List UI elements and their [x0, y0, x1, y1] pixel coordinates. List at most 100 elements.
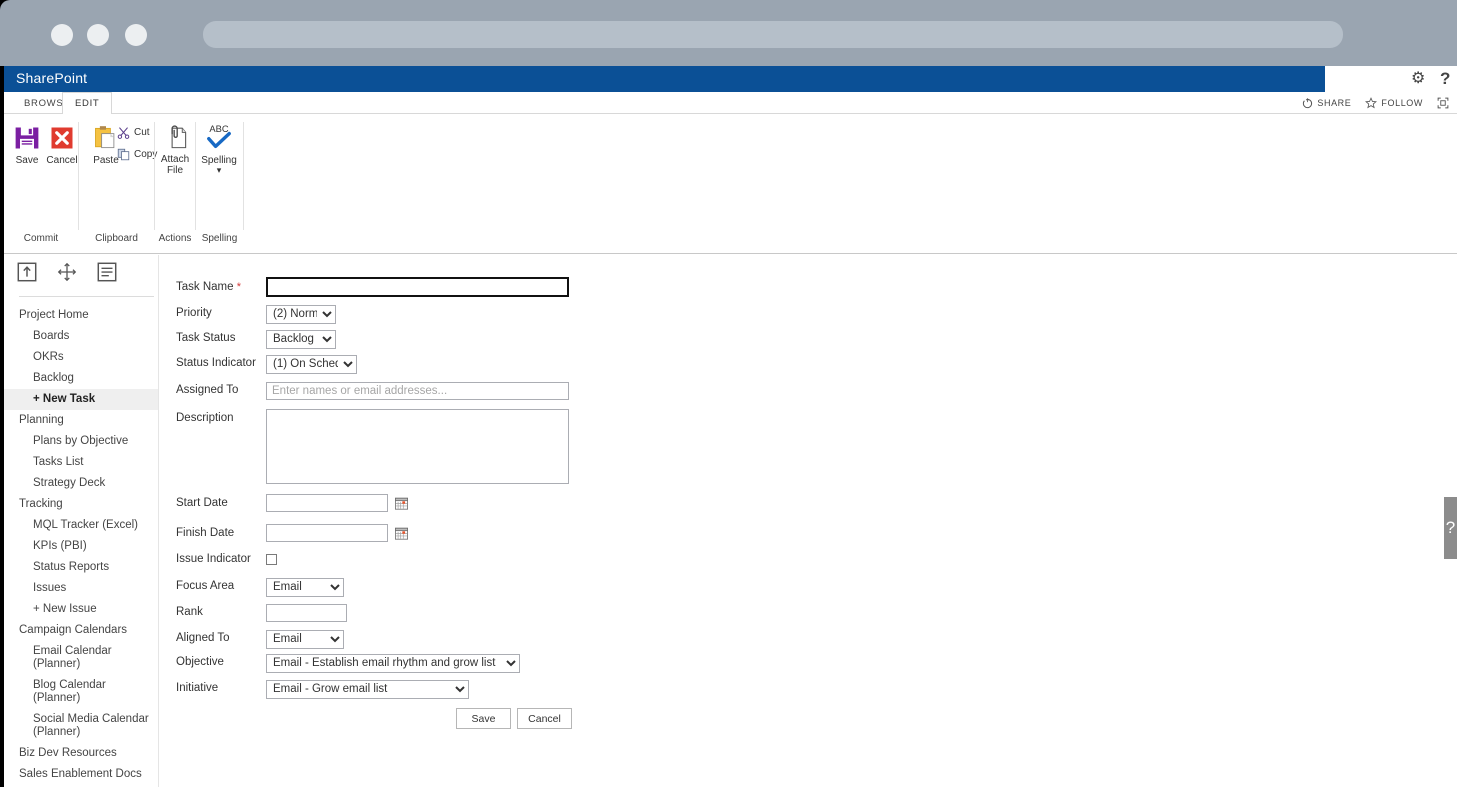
- status-indicator-label: Status Indicator: [176, 357, 256, 369]
- start-date-input[interactable]: [266, 494, 388, 512]
- objective-select[interactable]: Email - Establish email rhythm and grow …: [266, 654, 520, 673]
- finish-date-label: Finish Date: [176, 527, 234, 539]
- task-name-input[interactable]: [266, 277, 569, 297]
- priority-select[interactable]: (2) Normal: [266, 305, 336, 324]
- issue-indicator-checkbox[interactable]: [266, 554, 277, 565]
- sidebar-item-issues[interactable]: Issues: [4, 578, 159, 599]
- ribbon-group-actions: Attach File Actions: [155, 118, 195, 248]
- gear-icon[interactable]: ⚙: [1411, 69, 1425, 89]
- ribbon-separator-4: [243, 122, 244, 230]
- sidebar-item-status-reports[interactable]: Status Reports: [4, 557, 159, 578]
- share-icon: [1302, 98, 1313, 109]
- cut-button[interactable]: Cut: [117, 126, 150, 139]
- sidebar-item-strategy-deck[interactable]: Strategy Deck: [4, 473, 159, 494]
- focus-area-select[interactable]: Email: [266, 578, 344, 597]
- sidebar-item-plans-by-objective[interactable]: Plans by Objective: [4, 431, 159, 452]
- sidebar-item-email-calendar-planner[interactable]: Email Calendar (Planner): [4, 641, 159, 675]
- suite-bar: SharePoint: [4, 66, 1325, 92]
- save-floppy-icon: [13, 124, 41, 152]
- sidebar-item-backlog[interactable]: Backlog: [4, 368, 159, 389]
- list-menu-icon[interactable]: [96, 261, 118, 283]
- ribbon-tab-bar: BROWSE EDIT SHARE FOLLOW: [4, 92, 1457, 114]
- task-status-label: Task Status: [176, 332, 235, 344]
- share-label: SHARE: [1317, 98, 1351, 108]
- start-date-calendar-picker-icon[interactable]: [395, 497, 408, 510]
- sidebar-item-mql-tracker-excel[interactable]: MQL Tracker (Excel): [4, 515, 159, 536]
- sidebar-divider: [19, 296, 154, 297]
- sidebar-item-new-task[interactable]: + New Task: [4, 389, 159, 410]
- sidebar-item-tracking[interactable]: Tracking: [4, 494, 159, 515]
- sidebar-nav: Project HomeBoardsOKRsBacklog+ New TaskP…: [4, 305, 159, 787]
- new-task-form: Task Name * Priority (2) Normal: [159, 255, 1457, 787]
- help-icon[interactable]: ?: [1440, 69, 1450, 89]
- rank-label: Rank: [176, 606, 203, 618]
- status-indicator-select[interactable]: (1) On Schedule: [266, 355, 357, 374]
- sidebar-tool-icons: [16, 261, 118, 283]
- sharepoint-brand[interactable]: SharePoint: [16, 70, 87, 86]
- description-textarea[interactable]: [266, 409, 569, 484]
- form-cancel-button[interactable]: Cancel: [517, 708, 572, 729]
- ribbon: Save Cancel Commit: [4, 114, 1457, 254]
- required-marker: *: [237, 281, 241, 293]
- sidebar-item-campaign-calendars[interactable]: Campaign Calendars: [4, 620, 159, 641]
- screen: SharePoint ⚙ ? BROWSE EDIT SHARE: [0, 0, 1457, 787]
- attach-file-label-line1: Attach: [161, 154, 189, 165]
- move-arrows-icon[interactable]: [56, 261, 78, 283]
- save-label: Save: [16, 155, 39, 166]
- paste-label: Paste: [93, 155, 119, 166]
- assigned-to-input[interactable]: [266, 382, 569, 400]
- task-status-select[interactable]: Backlog: [266, 330, 336, 349]
- spelling-button[interactable]: ABC Spelling ▾: [196, 122, 242, 176]
- help-side-tab[interactable]: ?: [1444, 497, 1457, 559]
- task-name-label: Task Name *: [176, 281, 241, 293]
- ribbon-group-commit: Save Cancel Commit: [4, 118, 78, 248]
- ribbon-group-commit-label: Commit: [4, 233, 78, 244]
- ribbon-group-spelling: ABC Spelling ▾ Spelling: [196, 118, 243, 248]
- window-maximize-dot[interactable]: [125, 24, 147, 46]
- share-button[interactable]: SHARE: [1302, 98, 1351, 109]
- window-minimize-dot[interactable]: [87, 24, 109, 46]
- rank-input[interactable]: [266, 604, 347, 622]
- ribbon-group-clipboard-label: Clipboard: [79, 233, 154, 244]
- initiative-select[interactable]: Email - Grow email list: [266, 680, 469, 699]
- form-save-button[interactable]: Save: [456, 708, 511, 729]
- sidebar-item-kpis-pbi[interactable]: KPIs (PBI): [4, 536, 159, 557]
- focus-on-content-button[interactable]: [1437, 97, 1449, 109]
- sidebar-item-biz-dev-resources[interactable]: Biz Dev Resources: [4, 743, 159, 764]
- star-icon: [1365, 97, 1377, 109]
- sidebar-item-new-issue[interactable]: + New Issue: [4, 599, 159, 620]
- tab-edit[interactable]: EDIT: [62, 92, 112, 115]
- finish-date-calendar-picker-icon[interactable]: [395, 527, 408, 540]
- aligned-to-select[interactable]: Email: [266, 630, 344, 649]
- content-area: Project HomeBoardsOKRsBacklog+ New TaskP…: [4, 255, 1457, 787]
- sidebar: Project HomeBoardsOKRsBacklog+ New TaskP…: [4, 255, 159, 787]
- chevron-down-icon[interactable]: ▾: [217, 165, 222, 176]
- sidebar-item-sales-enablement-docs[interactable]: Sales Enablement Docs: [4, 764, 159, 785]
- initiative-label: Initiative: [176, 682, 218, 694]
- ribbon-group-spelling-label: Spelling: [196, 233, 243, 244]
- sidebar-item-okrs[interactable]: OKRs: [4, 347, 159, 368]
- browser-chrome: [0, 0, 1457, 66]
- copy-icon: [117, 148, 130, 161]
- attach-file-button[interactable]: Attach File: [152, 124, 198, 176]
- objective-label: Objective: [176, 656, 224, 668]
- window-close-dot[interactable]: [51, 24, 73, 46]
- cut-label: Cut: [134, 127, 150, 138]
- aligned-to-label: Aligned To: [176, 632, 230, 644]
- sidebar-item-blog-calendar-planner[interactable]: Blog Calendar (Planner): [4, 675, 159, 709]
- sidebar-item-social-media-calendar-planner[interactable]: Social Media Calendar (Planner): [4, 709, 159, 743]
- follow-button[interactable]: FOLLOW: [1365, 97, 1423, 109]
- address-bar[interactable]: [203, 21, 1343, 48]
- suite-bar-right: ⚙ ?: [1325, 66, 1457, 92]
- attach-file-icon: [162, 124, 189, 151]
- sidebar-item-project-home[interactable]: Project Home: [4, 305, 159, 326]
- follow-label: FOLLOW: [1381, 98, 1423, 108]
- attach-file-label-line2: File: [167, 165, 183, 176]
- sidebar-item-planning[interactable]: Planning: [4, 410, 159, 431]
- sidebar-item-boards[interactable]: Boards: [4, 326, 159, 347]
- sidebar-item-tasks-list[interactable]: Tasks List: [4, 452, 159, 473]
- upload-export-icon[interactable]: [16, 261, 38, 283]
- finish-date-input[interactable]: [266, 524, 388, 542]
- issue-indicator-label: Issue Indicator: [176, 553, 251, 565]
- ribbon-group-clipboard: Paste Cut Copy Cli: [79, 118, 154, 248]
